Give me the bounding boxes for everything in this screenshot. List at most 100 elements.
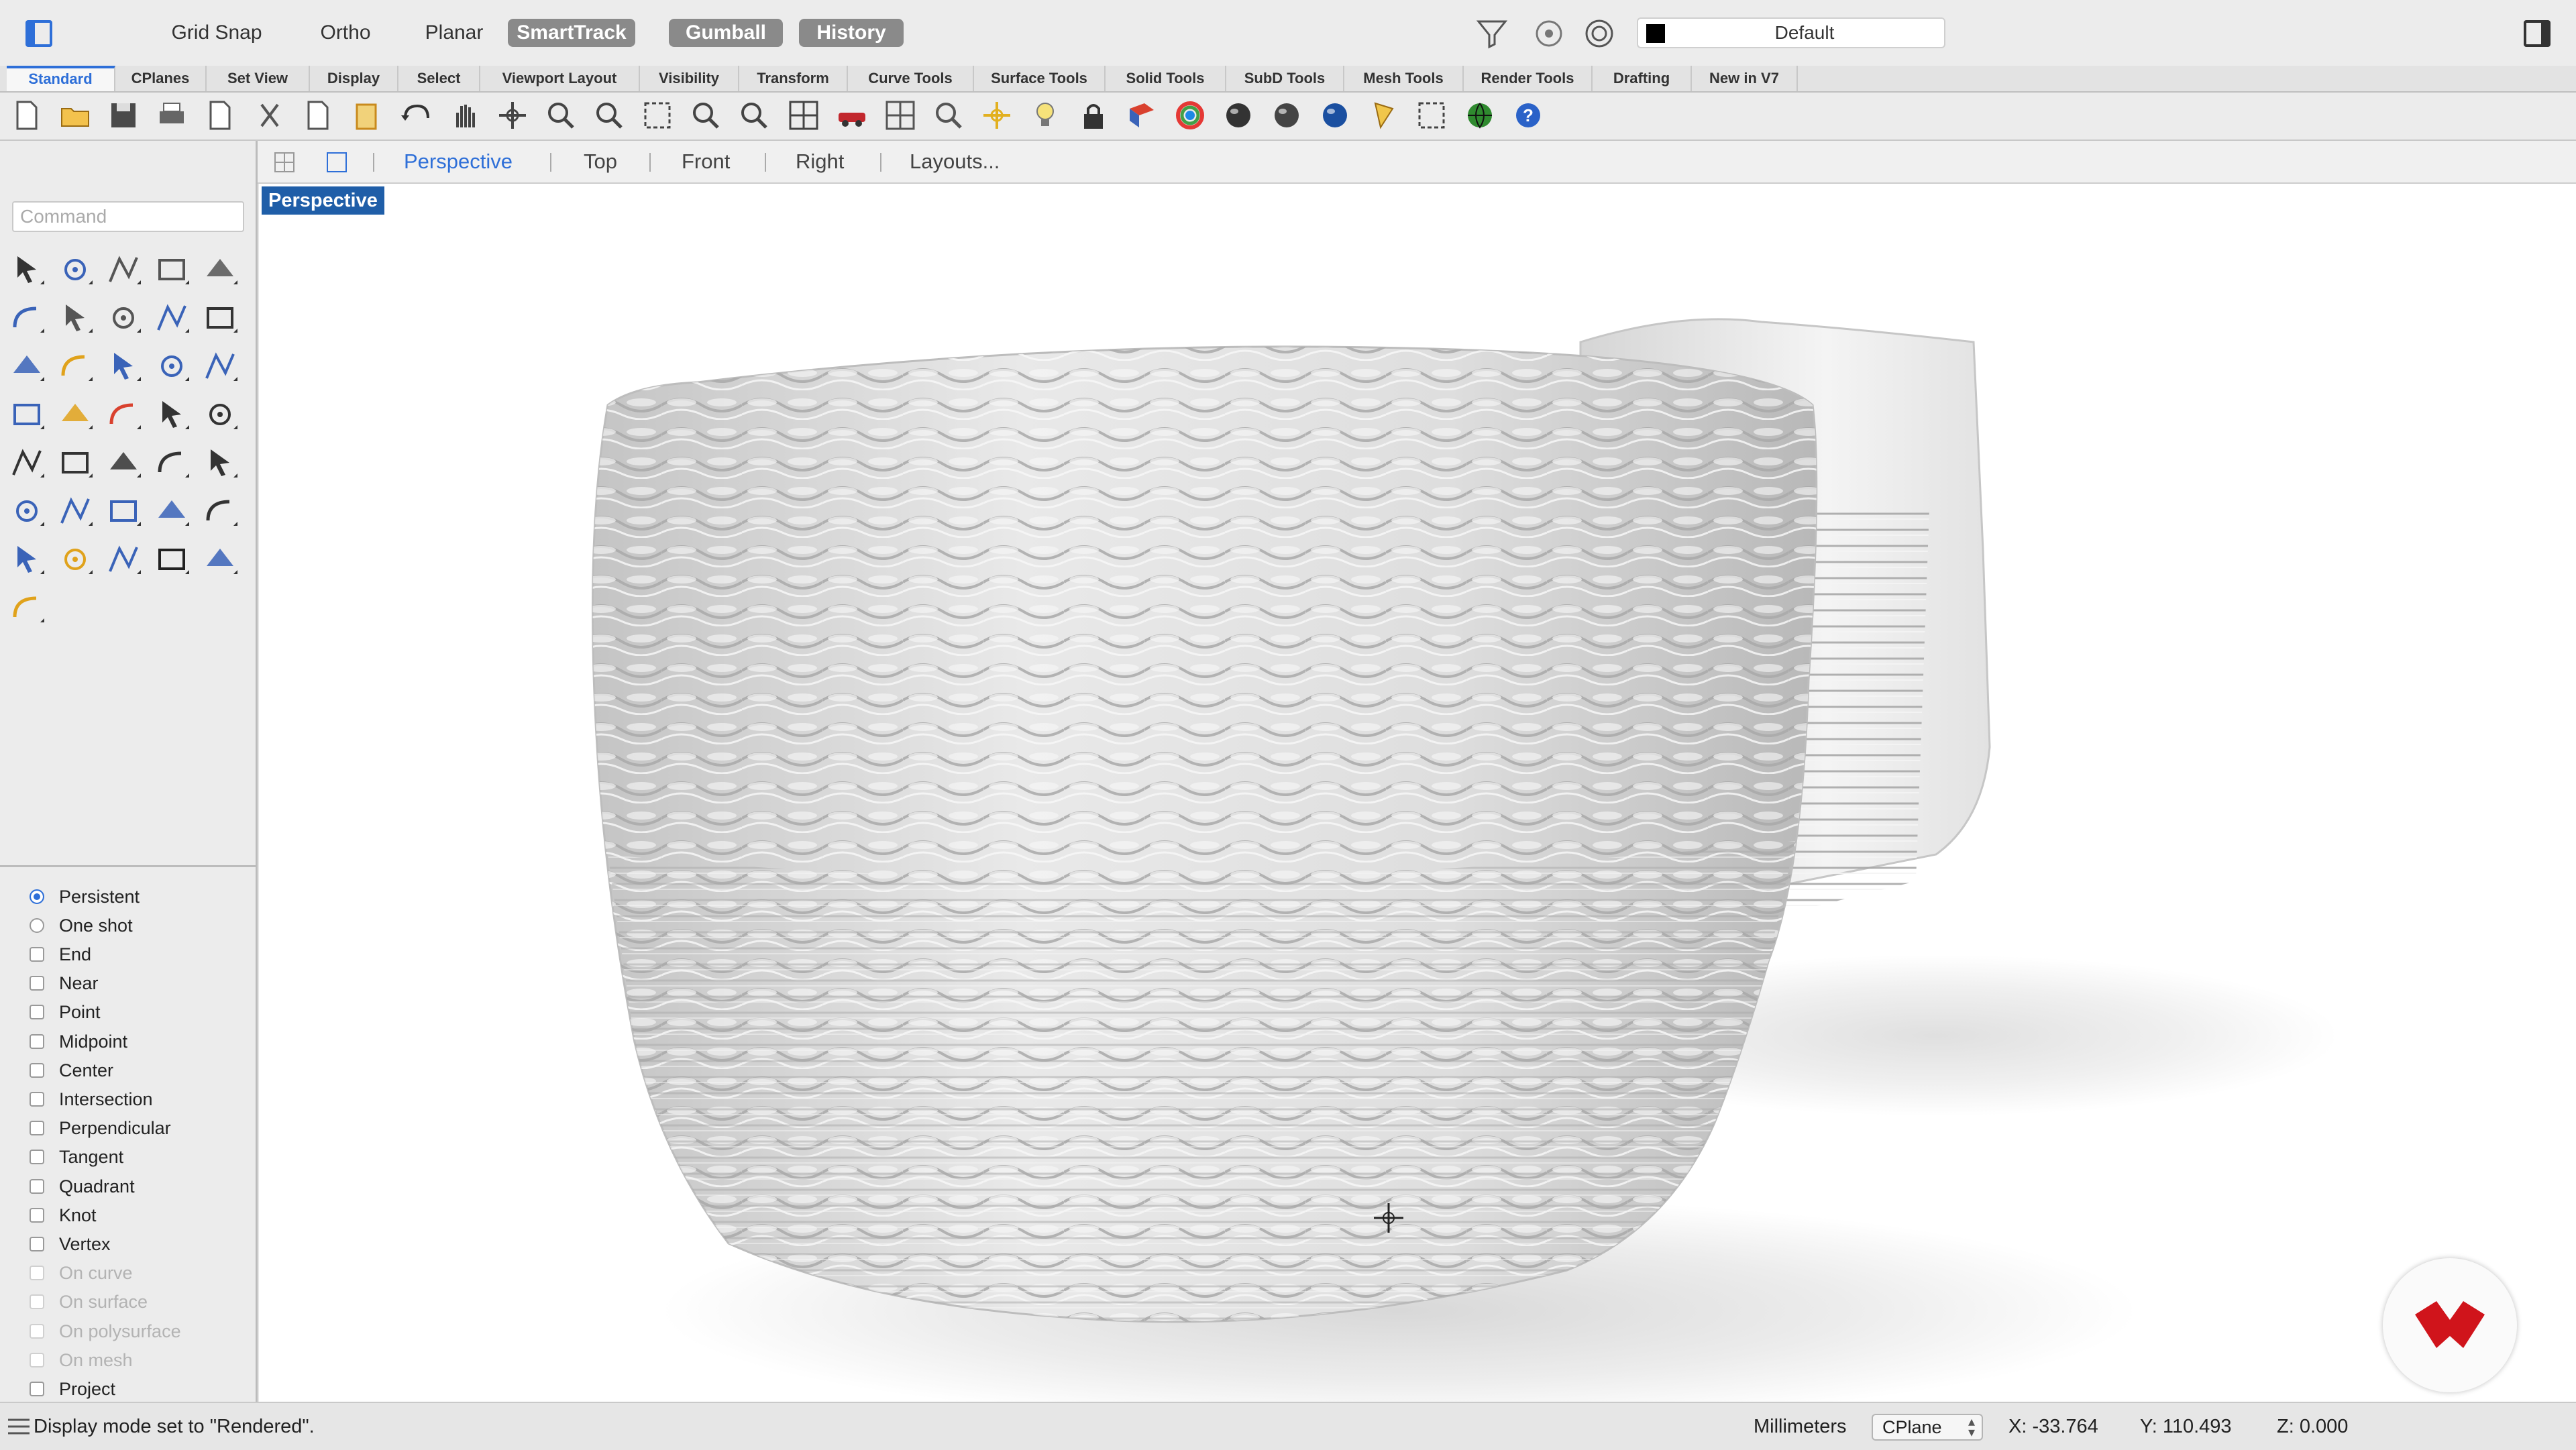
osnap-checkbox[interactable] [30,1062,44,1078]
osnap-checkbox[interactable] [30,1121,44,1136]
loft-icon[interactable] [55,346,95,386]
rendered-sphere-icon[interactable] [1318,98,1352,133]
tab-subd-tools[interactable]: SubD Tools [1226,66,1344,91]
osnap-checkbox[interactable] [30,976,44,991]
mesh-sphere-icon[interactable] [1269,98,1304,133]
grid-icon[interactable] [883,98,918,133]
trim-icon[interactable] [152,394,192,435]
zoom-previous-icon[interactable] [737,98,771,133]
osnap-checkbox[interactable] [30,947,44,962]
array-icon[interactable] [55,491,95,531]
tab-solid-tools[interactable]: Solid Tools [1106,66,1226,91]
fillet-icon[interactable] [200,298,240,338]
plane-icon[interactable] [7,394,47,435]
command-input[interactable] [12,201,244,232]
command-history-icon[interactable] [8,1418,30,1435]
mesh-icon[interactable] [152,491,192,531]
explode-icon[interactable] [55,394,95,435]
viewport-tab-perspective[interactable]: Perspective [404,141,513,182]
open-icon[interactable] [58,98,93,133]
color-wheel-icon[interactable] [1173,98,1208,133]
tab-visibility[interactable]: Visibility [640,66,739,91]
layer-selector[interactable]: Default [1637,17,1945,48]
viewport-tab-top[interactable]: Top [584,141,617,182]
grid-array-icon[interactable] [7,539,47,579]
dimension-tool-icon[interactable] [200,491,240,531]
analyze-icon[interactable] [103,539,144,579]
tab-transform[interactable]: Transform [739,66,848,91]
tab-cplanes[interactable]: CPlanes [115,66,207,91]
tab-curve-tools[interactable]: Curve Tools [848,66,974,91]
rectangle-icon[interactable] [103,298,144,338]
tab-mesh-tools[interactable]: Mesh Tools [1344,66,1464,91]
select-arrow-icon[interactable] [7,249,47,290]
edit-icon[interactable] [103,491,144,531]
tab-drafting[interactable]: Drafting [1593,66,1692,91]
osnap-checkbox[interactable] [30,1150,44,1165]
move-icon[interactable] [152,443,192,483]
tab-display[interactable]: Display [310,66,398,91]
zoom-selected-icon[interactable] [688,98,723,133]
four-view-layout-icon[interactable] [274,152,295,173]
rhino-logo-badge[interactable] [2383,1258,2517,1392]
dimension-icon[interactable] [1414,98,1449,133]
tab-set-view[interactable]: Set View [207,66,310,91]
boolean-icon[interactable] [152,346,192,386]
circle-tool-icon[interactable] [200,249,240,290]
zoom-icon[interactable] [543,98,578,133]
tab-viewport-layout[interactable]: Viewport Layout [480,66,640,91]
planar-toggle[interactable]: Planar [402,19,506,47]
align-icon[interactable] [7,491,47,531]
osnap-checkbox[interactable] [30,1207,44,1223]
grid-snap-toggle[interactable]: Grid Snap [149,19,284,47]
tab-render-tools[interactable]: Render Tools [1464,66,1593,91]
osnap-checkbox[interactable] [30,1092,44,1107]
polyline-icon[interactable] [103,249,144,290]
right-panel-toggle-icon[interactable] [2524,20,2551,47]
four-view-icon[interactable] [786,98,821,133]
tab-surface-tools[interactable]: Surface Tools [974,66,1106,91]
zoom-extents-icon[interactable] [640,98,675,133]
filter-icon[interactable] [1476,17,1508,50]
left-panel-toggle-icon[interactable] [25,20,52,47]
cplane-dropdown[interactable]: CPlane ▴ ▾ [1872,1414,1983,1441]
copy-icon[interactable] [301,98,335,133]
paint-bucket-icon[interactable] [7,588,47,628]
extend-icon[interactable] [200,394,240,435]
save-icon[interactable] [106,98,141,133]
persistent-radio[interactable] [30,889,44,904]
smarttrack-toggle[interactable]: SmartTrack [508,19,635,47]
osnap-checkbox[interactable] [30,1178,44,1194]
gumball-icon[interactable] [979,98,1014,133]
import-icon[interactable] [203,98,237,133]
target-icon[interactable] [1583,17,1615,50]
scale-icon[interactable] [55,539,95,579]
help-icon[interactable]: ? [1511,98,1546,133]
osnap-checkbox[interactable] [30,1005,44,1020]
history-toggle[interactable]: History [799,19,904,47]
viewport-tab-front[interactable]: Front [682,141,730,182]
curve-icon[interactable] [152,249,192,290]
surface-icon[interactable] [7,346,47,386]
new-file-icon[interactable] [9,98,44,133]
car-icon[interactable] [835,98,869,133]
zoom-window-icon[interactable] [592,98,627,133]
cplane-icon[interactable] [931,98,966,133]
viewport-title[interactable]: Perspective [262,186,384,215]
check-icon[interactable] [152,539,192,579]
one-shot-radio[interactable] [30,918,44,933]
globe-icon[interactable] [1462,98,1497,133]
cylinder-icon[interactable] [200,346,240,386]
material-icon[interactable] [1124,98,1159,133]
print-icon[interactable] [154,98,189,133]
single-view-layout-icon[interactable] [326,152,347,173]
join-icon[interactable] [55,443,95,483]
rotate-view-icon[interactable] [495,98,530,133]
pan-hand-icon[interactable] [447,98,482,133]
record-icon[interactable] [1533,17,1565,50]
shape-icon[interactable] [152,298,192,338]
point-icon[interactable] [55,249,95,290]
group-icon[interactable] [7,443,47,483]
units-label[interactable]: Millimeters [1754,1403,1847,1450]
split-icon[interactable] [103,394,144,435]
